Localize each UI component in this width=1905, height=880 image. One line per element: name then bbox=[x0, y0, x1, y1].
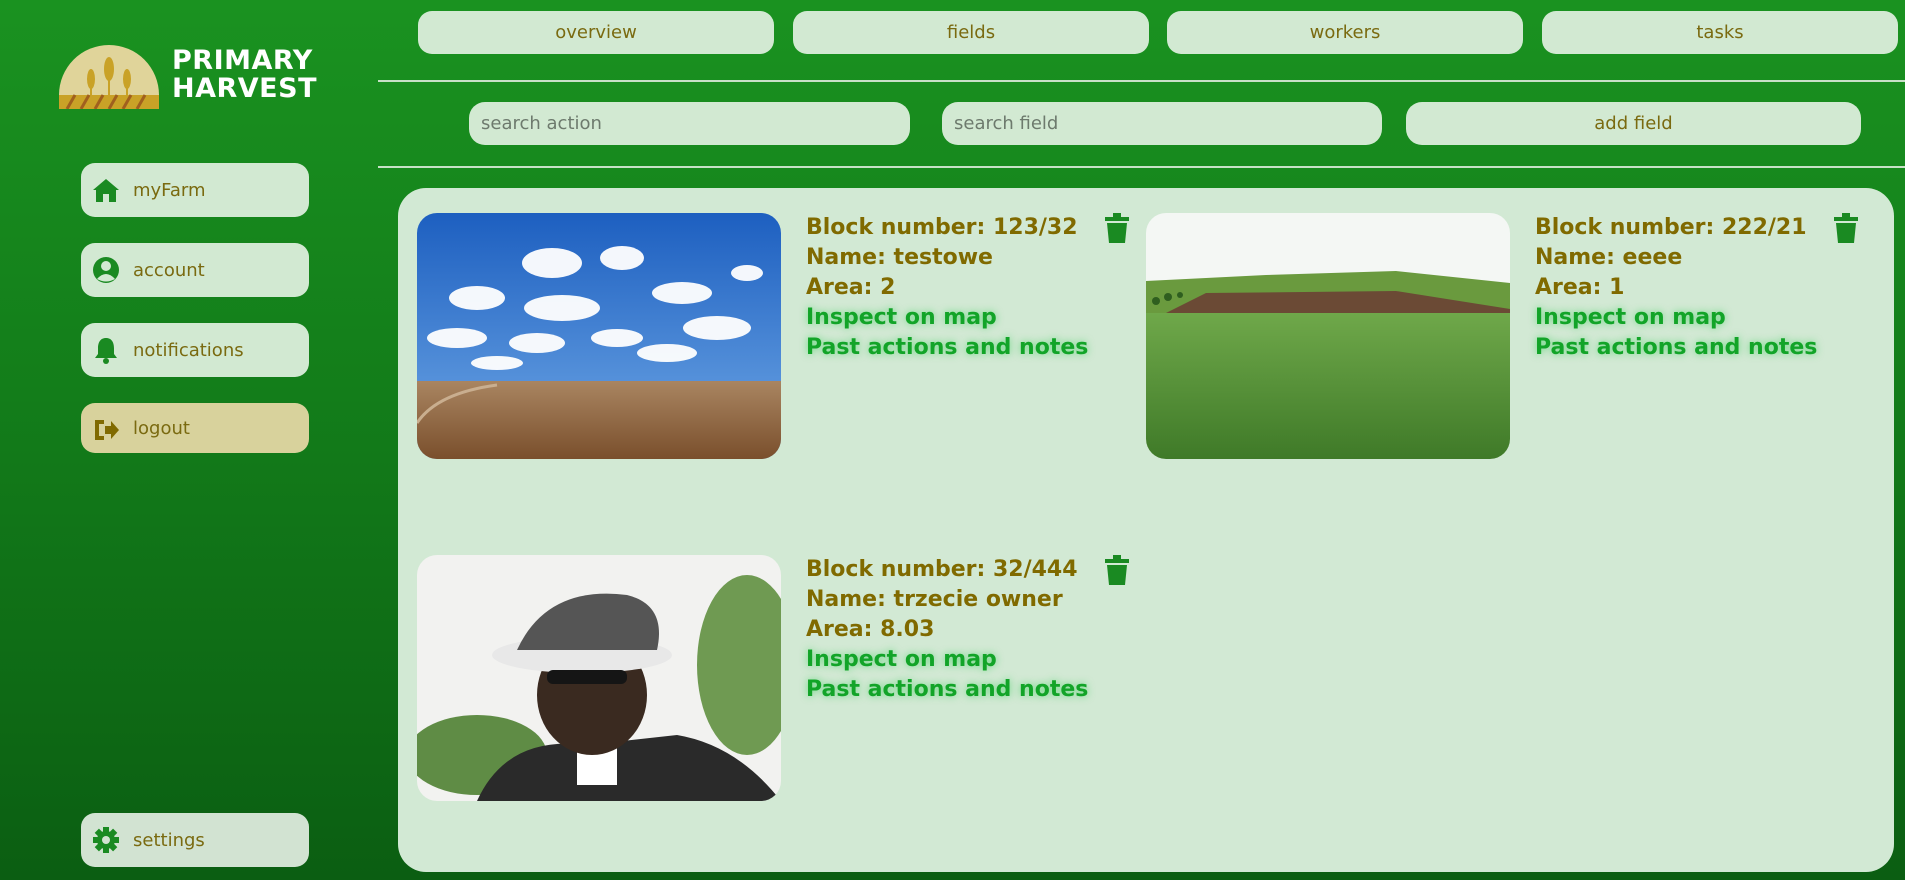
field-name: Name: trzecie owner bbox=[806, 587, 1063, 612]
field-info: Block number: 32/444 Name: trzecie owner… bbox=[806, 555, 1088, 705]
fields-panel: Block number: 123/32 Name: testowe Area:… bbox=[398, 188, 1894, 872]
sidebar-item-label: notifications bbox=[133, 339, 244, 361]
inspect-on-map-link[interactable]: Inspect on map bbox=[806, 645, 1088, 675]
field-photo[interactable] bbox=[1146, 213, 1510, 459]
green-field-photo bbox=[1146, 213, 1510, 459]
header-divider bbox=[378, 80, 1905, 82]
search-action-input[interactable] bbox=[469, 102, 910, 145]
field-info: Block number: 222/21 Name: eeee Area: 1 … bbox=[1535, 213, 1817, 363]
block-number: Block number: 123/32 bbox=[806, 215, 1078, 240]
field-card: Block number: 222/21 Name: eeee Area: 1 … bbox=[1146, 213, 1866, 463]
block-number: Block number: 32/444 bbox=[806, 557, 1078, 582]
field-info: Block number: 123/32 Name: testowe Area:… bbox=[806, 213, 1088, 363]
brand-line-2: HARVEST bbox=[172, 73, 317, 104]
sidebar-item-settings[interactable]: settings bbox=[81, 813, 309, 867]
inspect-on-map-link[interactable]: Inspect on map bbox=[806, 303, 1088, 333]
past-actions-link[interactable]: Past actions and notes bbox=[1535, 333, 1817, 363]
sidebar-item-label: logout bbox=[133, 417, 190, 439]
field-area: Area: 8.03 bbox=[806, 617, 935, 642]
sign-out-icon bbox=[95, 420, 119, 440]
wheat-logo-icon bbox=[59, 45, 159, 109]
field-photo[interactable] bbox=[417, 213, 781, 459]
sidebar-item-label: settings bbox=[133, 829, 205, 851]
past-actions-link[interactable]: Past actions and notes bbox=[806, 333, 1088, 363]
trash-icon[interactable] bbox=[1104, 213, 1130, 243]
field-area: Area: 1 bbox=[1535, 275, 1625, 300]
field-card: Block number: 123/32 Name: testowe Area:… bbox=[417, 213, 1137, 463]
sidebar-item-label: myFarm bbox=[133, 179, 206, 201]
sidebar-item-myfarm[interactable]: myFarm bbox=[81, 163, 309, 217]
brand-line-1: PRIMARY bbox=[172, 45, 313, 76]
sidebar-item-notifications[interactable]: notifications bbox=[81, 323, 309, 377]
sidebar-item-logout[interactable]: logout bbox=[81, 403, 309, 453]
brand-logo: PRIMARY HARVEST bbox=[57, 43, 327, 111]
tab-overview[interactable]: overview bbox=[418, 11, 774, 54]
tab-fields[interactable]: fields bbox=[793, 11, 1149, 54]
past-actions-link[interactable]: Past actions and notes bbox=[806, 675, 1088, 705]
inspect-on-map-link[interactable]: Inspect on map bbox=[1535, 303, 1817, 333]
brand-name: PRIMARY HARVEST bbox=[172, 47, 317, 103]
home-icon bbox=[93, 179, 119, 202]
search-field-input[interactable] bbox=[942, 102, 1382, 145]
tab-tasks[interactable]: tasks bbox=[1542, 11, 1898, 54]
field-photo[interactable] bbox=[417, 555, 781, 801]
toolbar-divider bbox=[378, 166, 1905, 168]
sidebar-item-label: account bbox=[133, 259, 205, 281]
tab-workers[interactable]: workers bbox=[1167, 11, 1523, 54]
trash-icon[interactable] bbox=[1104, 555, 1130, 585]
sidebar-item-account[interactable]: account bbox=[81, 243, 309, 297]
field-name: Name: eeee bbox=[1535, 245, 1683, 270]
add-field-button[interactable]: add field bbox=[1406, 102, 1861, 145]
bell-icon bbox=[95, 338, 117, 364]
sky-wheat-field-photo bbox=[417, 213, 781, 459]
field-area: Area: 2 bbox=[806, 275, 896, 300]
block-number: Block number: 222/21 bbox=[1535, 215, 1807, 240]
trash-icon[interactable] bbox=[1833, 213, 1859, 243]
field-card: Block number: 32/444 Name: trzecie owner… bbox=[417, 555, 1137, 805]
user-circle-icon bbox=[93, 257, 119, 283]
gear-icon bbox=[93, 827, 119, 853]
field-name: Name: testowe bbox=[806, 245, 993, 270]
man-in-hat-photo bbox=[417, 555, 781, 801]
